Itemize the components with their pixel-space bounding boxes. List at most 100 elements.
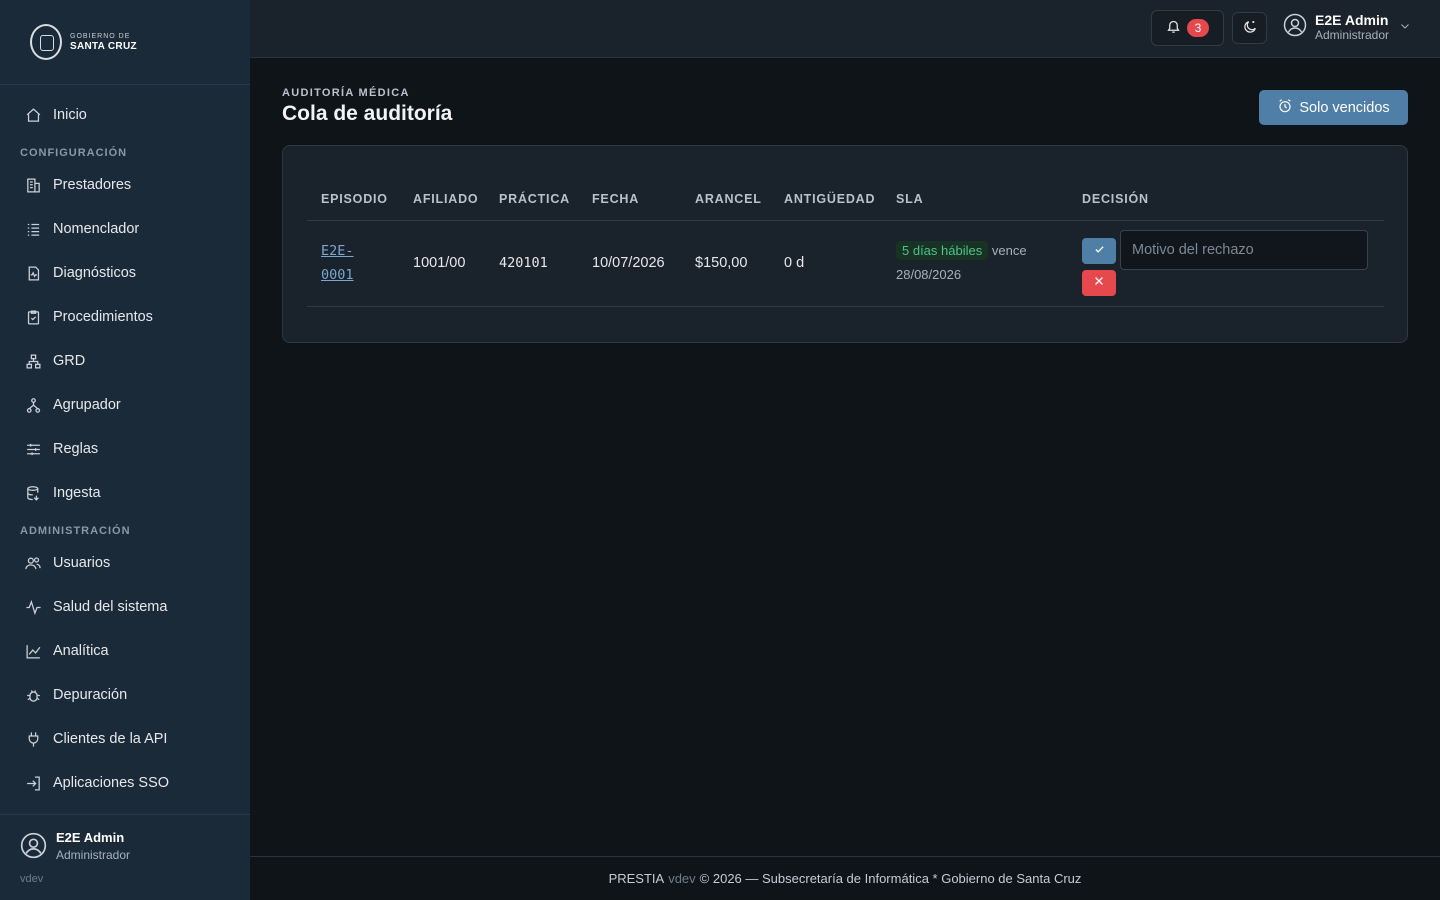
col-afiliado[interactable]: AFILIADO: [399, 178, 485, 221]
sidebar-item-label: Analítica: [53, 643, 109, 659]
cell-arancel: $150,00: [681, 220, 770, 307]
col-sla[interactable]: SLA: [882, 178, 1068, 221]
section-administracion: ADMINISTRACIÓN: [20, 525, 131, 537]
chevron-down-icon: [1399, 19, 1411, 37]
home-icon: [24, 106, 42, 124]
footer-text: © 2026 — Subsecretaría de Informática * …: [699, 871, 1082, 886]
solo-vencidos-button[interactable]: Solo vencidos: [1259, 90, 1408, 125]
footer-brand: PRESTIA: [608, 871, 665, 886]
seal-icon: [30, 24, 62, 60]
cell-decision: [1068, 220, 1384, 307]
col-decision: DECISIÓN: [1068, 178, 1384, 221]
sidebar-item-analitica[interactable]: Analítica: [0, 629, 250, 673]
database-icon: [24, 484, 42, 502]
alarm-clock-icon: [1277, 98, 1293, 118]
col-antiguedad[interactable]: ANTIGÜEDAD: [770, 178, 882, 221]
sidebar-item-label: Agrupador: [53, 397, 121, 413]
avatar-icon: [20, 832, 47, 864]
sidebar-item-label: GRD: [53, 353, 86, 369]
notification-count-badge: 3: [1187, 19, 1209, 37]
audit-queue-table: EPISODIO AFILIADO PRÁCTICA FECHA ARANCEL…: [307, 178, 1384, 307]
plug-icon: [24, 730, 42, 748]
list-icon: [24, 220, 42, 238]
sidebar-item-label: Salud del sistema: [53, 599, 168, 615]
col-fecha[interactable]: FECHA: [578, 178, 681, 221]
sidebar-item-label: Aplicaciones SSO: [53, 775, 170, 791]
sidebar-item-ingesta[interactable]: Ingesta: [0, 471, 250, 515]
table-header-row: EPISODIO AFILIADO PRÁCTICA FECHA ARANCEL…: [307, 178, 1384, 221]
approve-button[interactable]: [1082, 237, 1116, 264]
login-icon: [24, 774, 42, 792]
sidebar-item-grd[interactable]: GRD: [0, 339, 250, 383]
sidebar-item-depuracion[interactable]: Depuración: [0, 673, 250, 717]
sidebar-nav: Inicio CONFIGURACIÓN Prestadores Nomencl…: [0, 85, 250, 900]
bell-icon: [1166, 19, 1181, 37]
sidebar: GOBIERNO DE SANTA CRUZ Inicio CONFIGURAC…: [0, 0, 250, 900]
audit-queue-card: EPISODIO AFILIADO PRÁCTICA FECHA ARANCEL…: [282, 145, 1408, 343]
sidebar-item-label: Ingesta: [53, 485, 101, 501]
sidebar-item-label: Diagnósticos: [53, 265, 137, 281]
sidebar-item-agrupador[interactable]: Agrupador: [0, 383, 250, 427]
sidebar-user-role: Administrador: [56, 848, 131, 862]
col-episodio[interactable]: EPISODIO: [307, 178, 399, 221]
table-row: E2E-0001 1001/00 420101 10/07/2026 $150,…: [307, 220, 1384, 307]
cell-afiliado: 1001/00: [399, 220, 485, 307]
sidebar-item-procedimientos[interactable]: Procedimientos: [0, 295, 250, 339]
clipboard-check-icon: [24, 308, 42, 326]
activity-icon: [24, 598, 42, 616]
sidebar-item-reglas[interactable]: Reglas: [0, 427, 250, 471]
section-configuracion: CONFIGURACIÓN: [20, 147, 128, 159]
sidebar-item-label: Depuración: [53, 687, 128, 703]
sidebar-item-label: Inicio: [53, 107, 87, 123]
header-user-name: E2E Admin: [1315, 12, 1389, 29]
building-icon: [24, 176, 42, 194]
footer: PRESTIA vdev © 2026 — Subsecretaría de I…: [250, 856, 1440, 900]
cell-fecha: 10/07/2026: [578, 220, 681, 307]
cell-sla: 5 días hábiles vence 28/08/2026: [896, 239, 1068, 287]
avatar-icon: [1283, 13, 1307, 42]
logo[interactable]: GOBIERNO DE SANTA CRUZ: [0, 0, 250, 85]
sidebar-item-label: Clientes de la API: [53, 731, 168, 747]
sidebar-user-name: E2E Admin: [56, 830, 125, 845]
hierarchy-icon: [24, 352, 42, 370]
file-pulse-icon: [24, 264, 42, 282]
network-icon: [24, 396, 42, 414]
sidebar-item-prestadores[interactable]: Prestadores: [0, 163, 250, 207]
episode-link[interactable]: E2E-0001: [321, 239, 361, 287]
sidebar-item-label: Prestadores: [53, 177, 132, 193]
sidebar-item-salud-del-sistema[interactable]: Salud del sistema: [0, 585, 250, 629]
sidebar-item-label: Usuarios: [53, 555, 111, 571]
moon-stars-icon: [1242, 19, 1258, 38]
notifications-button[interactable]: 3: [1151, 10, 1224, 46]
sidebar-item-nomenclador[interactable]: Nomenclador: [0, 207, 250, 251]
sidebar-item-usuarios[interactable]: Usuarios: [0, 541, 250, 585]
sidebar-user[interactable]: E2E Admin Administrador vdev: [0, 814, 250, 900]
logo-line-2: SANTA CRUZ: [70, 40, 137, 52]
sidebar-item-label: Nomenclador: [53, 221, 140, 237]
sidebar-item-clientes-api[interactable]: Clientes de la API: [0, 717, 250, 761]
col-arancel[interactable]: ARANCEL: [681, 178, 770, 221]
theme-toggle-button[interactable]: [1232, 12, 1267, 44]
version-label: vdev: [20, 873, 44, 885]
users-icon: [24, 554, 42, 572]
page-eyebrow: AUDITORÍA MÉDICA: [282, 87, 410, 99]
cell-antiguedad: 0 d: [770, 220, 882, 307]
reject-button[interactable]: [1082, 269, 1116, 296]
user-menu[interactable]: E2E Admin Administrador: [1283, 12, 1411, 42]
footer-version: vdev: [668, 871, 696, 886]
rejection-reason-input[interactable]: [1120, 229, 1368, 270]
solo-vencidos-label: Solo vencidos: [1299, 99, 1390, 116]
sidebar-item-diagnosticos[interactable]: Diagnósticos: [0, 251, 250, 295]
cell-practica: 420101: [485, 220, 578, 307]
bug-icon: [24, 686, 42, 704]
sidebar-item-aplicaciones-sso[interactable]: Aplicaciones SSO: [0, 761, 250, 805]
check-icon: [1094, 243, 1105, 258]
sidebar-item-inicio[interactable]: Inicio: [0, 93, 250, 137]
page-title: Cola de auditoría: [282, 102, 453, 125]
sidebar-item-label: Procedimientos: [53, 309, 153, 325]
logo-line-1: GOBIERNO DE: [70, 32, 131, 40]
col-practica[interactable]: PRÁCTICA: [485, 178, 578, 221]
topbar: 3 E2E Admin Administrador: [250, 0, 1440, 58]
line-chart-icon: [24, 642, 42, 660]
sidebar-item-label: Reglas: [53, 441, 99, 457]
